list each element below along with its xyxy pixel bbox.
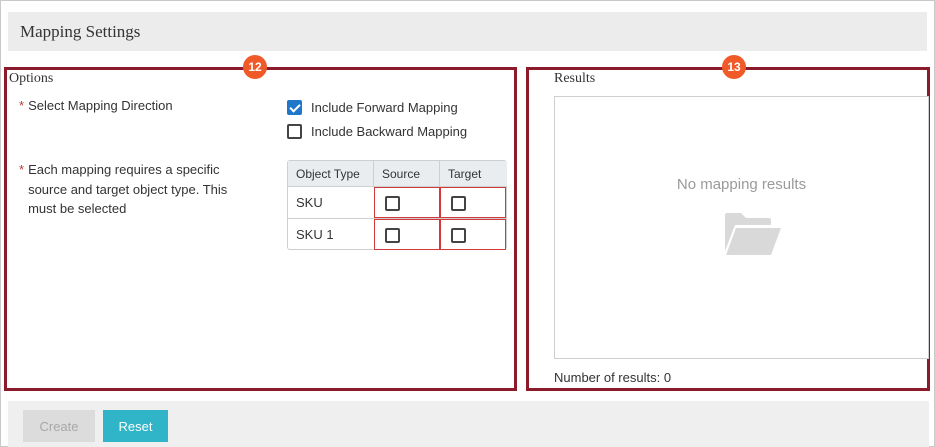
target-checkbox[interactable] (451, 228, 466, 243)
target-cell (440, 219, 506, 250)
target-cell (440, 187, 506, 218)
forward-mapping-checkbox[interactable] (287, 100, 302, 115)
source-cell (374, 187, 440, 218)
object-type-cell: SKU 1 (296, 227, 334, 242)
folder-open-icon (725, 213, 781, 255)
object-type-note-text: Each mapping requires a specific source … (28, 162, 228, 216)
empty-results-text: No mapping results (676, 176, 807, 193)
results-title: Results (554, 71, 596, 86)
options-title: Options (9, 71, 54, 86)
column-header-source: Source (374, 161, 440, 186)
create-button[interactable]: Create (23, 410, 95, 442)
callout-marker-12: 12 (243, 55, 267, 79)
page-title: Mapping Settings (20, 22, 141, 41)
required-star: * (19, 98, 25, 113)
source-cell (374, 219, 440, 250)
object-type-note: * Each mapping requires a specific source… (19, 160, 259, 219)
header-bar: Mapping Settings (8, 12, 927, 51)
backward-mapping-label[interactable]: Include Backward Mapping (311, 124, 467, 139)
mapping-direction-text: Select Mapping Direction (28, 98, 173, 113)
callout-marker-13: 13 (722, 55, 746, 79)
mapping-settings-window: Mapping Settings Options 12 * Select Mapp… (0, 0, 935, 447)
backward-mapping-checkbox[interactable] (287, 124, 302, 139)
column-header-target: Target (440, 161, 507, 186)
object-type-cell: SKU (296, 195, 323, 210)
source-checkbox[interactable] (385, 228, 400, 243)
results-count: Number of results: 0 (554, 370, 672, 385)
required-star: * (19, 162, 25, 177)
table-row: SKU (288, 186, 506, 218)
results-list: No mapping results (554, 96, 929, 359)
target-checkbox[interactable] (451, 196, 466, 211)
forward-mapping-label[interactable]: Include Forward Mapping (311, 100, 458, 115)
table-row: SKU 1 (288, 218, 506, 250)
mapping-direction-label: * Select Mapping Direction (19, 96, 173, 116)
source-checkbox[interactable] (385, 196, 400, 211)
footer-bar: Create Reset (8, 401, 929, 447)
object-type-table: Object Type Source Target SKU SKU 1 (287, 160, 507, 250)
reset-button[interactable]: Reset (103, 410, 168, 442)
column-header-object-type: Object Type (288, 161, 374, 186)
